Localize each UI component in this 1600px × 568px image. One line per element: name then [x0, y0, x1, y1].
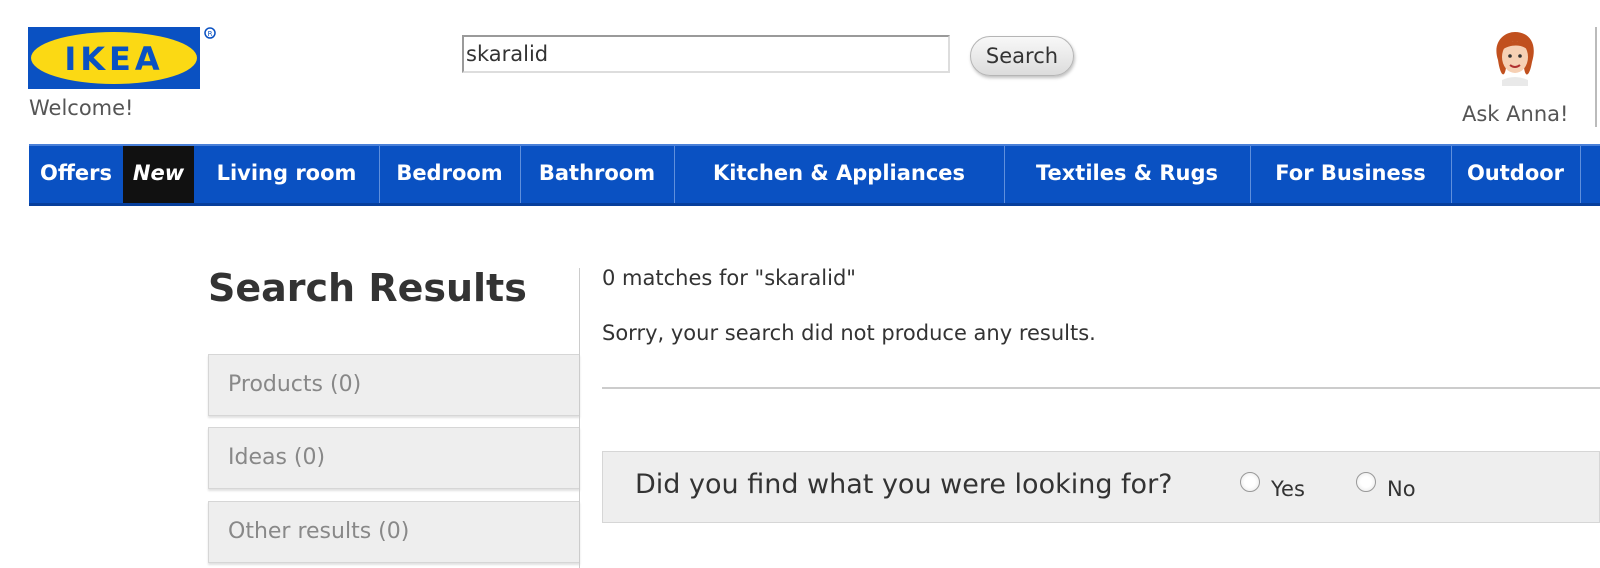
nav-item-textiles-rugs[interactable]: Textiles & Rugs [1004, 146, 1251, 203]
nav-item-offers[interactable]: Offers [29, 146, 124, 203]
nav-item-new[interactable]: New [123, 146, 194, 203]
nav-item-living-room[interactable]: Living room [194, 146, 380, 203]
svg-text:R: R [208, 30, 213, 38]
no-results-message: Sorry, your search did not produce any r… [602, 321, 1096, 345]
feedback-yes-label[interactable]: Yes [1271, 477, 1305, 501]
feedback-no-radio[interactable] [1356, 472, 1376, 492]
results-divider [602, 387, 1600, 389]
ask-anna-link[interactable]: Ask Anna! [1462, 102, 1568, 126]
nav-item-bathroom[interactable]: Bathroom [520, 146, 675, 203]
registered-mark-icon: R [204, 27, 216, 39]
logo-text: IKEA [64, 40, 163, 78]
feedback-panel: Did you find what you were looking for? … [602, 451, 1600, 523]
ikea-logo[interactable]: IKEA [28, 27, 203, 89]
facet-ideas[interactable]: Ideas (0) [208, 427, 580, 489]
feedback-no-label[interactable]: No [1387, 477, 1416, 501]
search-button[interactable]: Search [970, 36, 1074, 76]
match-count: 0 matches for "skaralid" [602, 266, 856, 290]
search-input[interactable] [462, 35, 950, 73]
facet-products[interactable]: Products (0) [208, 354, 580, 416]
main-nav: Offers New Living room Bedroom Bathroom … [29, 144, 1600, 206]
nav-item-for-business[interactable]: For Business [1250, 146, 1452, 203]
feedback-question: Did you find what you were looking for? [635, 469, 1173, 500]
facet-other-results[interactable]: Other results (0) [208, 501, 580, 563]
anna-avatar-icon[interactable] [1490, 30, 1540, 86]
nav-item-kitchen-appliances[interactable]: Kitchen & Appliances [674, 146, 1005, 203]
nav-item-bedroom[interactable]: Bedroom [379, 146, 521, 203]
feedback-yes-radio[interactable] [1240, 472, 1260, 492]
welcome-text: Welcome! [29, 96, 134, 120]
column-divider [579, 268, 580, 568]
page-title: Search Results [208, 266, 527, 310]
nav-item-outdoor[interactable]: Outdoor [1451, 146, 1581, 203]
header-divider [1595, 27, 1597, 127]
